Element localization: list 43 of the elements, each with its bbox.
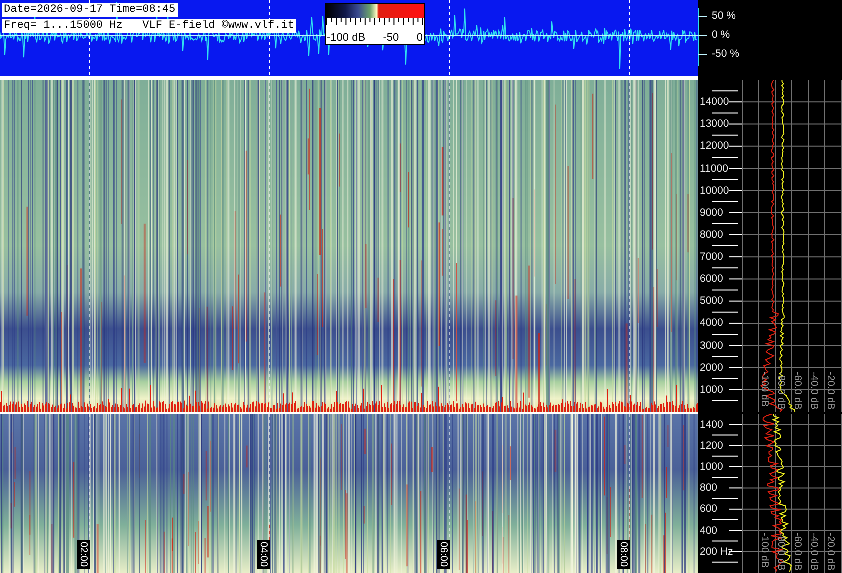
- amplitude-axis-label: -50 %: [712, 48, 740, 60]
- scale-label: -100 dB: [327, 32, 366, 44]
- time-label: 08:00: [617, 540, 630, 570]
- level-axis-label: -100 dB: [759, 533, 770, 568]
- frequency-axis-label: 400: [700, 524, 718, 537]
- frequency-axis-label: 10000: [700, 184, 730, 197]
- frequency-axis-label: 200 Hz: [700, 546, 734, 558]
- frequency-axis-label: 1000: [700, 461, 724, 473]
- time-label: 04:00: [257, 540, 270, 570]
- frequency-axis-label: 4000: [700, 317, 724, 330]
- level-axis-label: -40.0 dB: [808, 372, 820, 410]
- scale-label: -50: [383, 32, 400, 44]
- level-axis-label: -60.0 dB: [792, 372, 803, 410]
- frequency-axis-label: 13000: [700, 118, 730, 130]
- time-label: 06:00: [437, 540, 450, 570]
- level-axis-label: -80.0 dB: [776, 533, 786, 571]
- level-axis-label: -100 dB: [759, 372, 770, 408]
- time-label: 02:00: [77, 540, 90, 570]
- frequency-axis-label: 14000: [700, 96, 730, 108]
- frequency-axis-label: 3000: [700, 340, 724, 352]
- frequency-axis-label: 11000: [700, 162, 728, 175]
- frequency-axis-label: 9000: [700, 206, 724, 219]
- frequency-axis-label: 600: [700, 503, 718, 516]
- level-axis-label: -60.0 dB: [792, 533, 803, 571]
- amplitude-axis-label: 0 %: [712, 29, 730, 41]
- frequency-axis-label: 12000: [700, 140, 730, 152]
- frequency-axis-label: 1200: [700, 440, 724, 452]
- level-axis-label: -80.0 dB: [776, 372, 786, 410]
- level-axis-label: -40.0 dB: [808, 533, 820, 571]
- frequency-axis-label: 2000: [700, 362, 724, 374]
- scale-label: 0: [416, 32, 423, 44]
- frequency-axis-label: 7000: [700, 251, 724, 264]
- date-time-label: Date=2026-09-17 Time=08:45: [2, 3, 178, 17]
- frequency-axis-label: 5000: [700, 295, 724, 308]
- frequency-axis-label: 8000: [700, 228, 724, 241]
- frequency-axis-label: 1400: [700, 418, 724, 431]
- amplitude-axis-label: 50 %: [712, 10, 736, 22]
- frequency-range-label: Freq= 1...15000 Hz VLF E-field ©www.vlf.it: [2, 19, 296, 33]
- frequency-axis-label: 800: [700, 482, 718, 494]
- level-axis-label: -20.0 dB: [825, 372, 836, 410]
- frequency-axis-label: 1000: [700, 384, 724, 396]
- level-axis-label: -20.0 dB: [825, 533, 836, 571]
- frequency-axis-label: 6000: [700, 273, 724, 286]
